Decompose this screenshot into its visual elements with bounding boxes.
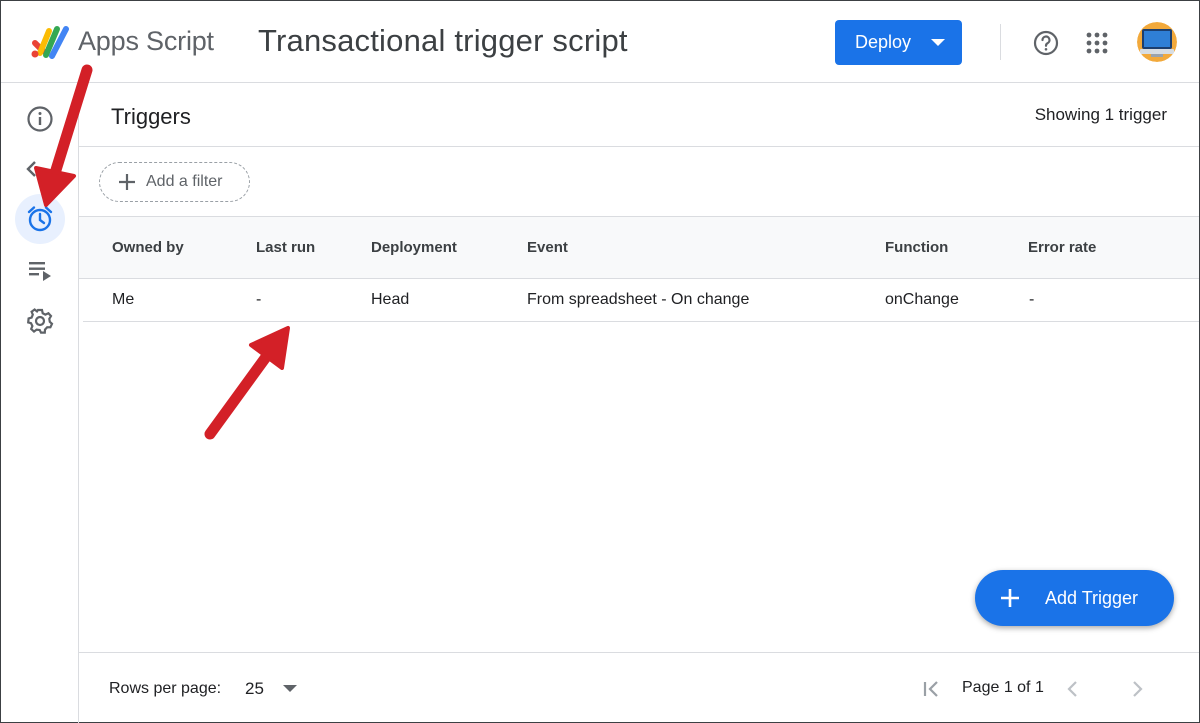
gear-icon [27,308,54,334]
sidebar-item-overview[interactable] [15,94,65,144]
rows-per-page-label: Rows per page: [109,680,222,697]
page-title: Triggers [111,104,191,129]
table-row[interactable]: Me - Head From spreadsheet - On change o… [83,279,1199,322]
chevron-left-icon [26,161,36,177]
app-window: Apps Script Transactional trigger script… [0,0,1200,723]
plus-icon [1001,589,1019,607]
trigger-count: Showing 1 trigger [1034,105,1167,124]
project-title[interactable]: Transactional trigger script [258,23,628,59]
add-trigger-label: Add Trigger [1045,587,1139,608]
rows-per-page-select[interactable]: 25 [245,679,264,699]
cell-event: From spreadsheet - On change [527,291,750,308]
column-header-error-rate[interactable]: Error rate [1028,239,1096,256]
deploy-button[interactable]: Deploy [835,20,962,65]
divider [79,146,1199,147]
column-header-deployment[interactable]: Deployment [371,239,457,256]
dropdown-caret-icon [931,39,945,46]
apps-script-logo-icon [31,26,69,59]
first-page-icon[interactable] [921,678,943,700]
sidebar [1,83,79,723]
top-bar: Apps Script Transactional trigger script… [1,1,1199,83]
plus-icon [119,174,135,190]
column-header-event[interactable]: Event [527,239,568,256]
column-header-last-run[interactable]: Last run [256,239,315,256]
header-divider [1000,24,1001,60]
help-icon[interactable] [1033,30,1059,56]
sidebar-item-triggers[interactable] [15,194,65,244]
dropdown-caret-icon[interactable] [283,685,297,692]
chevron-left-icon[interactable] [1063,678,1083,700]
deploy-label: Deploy [855,32,912,52]
cell-function: onChange [885,291,959,308]
chevron-right-icon[interactable] [1127,678,1147,700]
avatar[interactable] [1137,22,1177,62]
column-header-owned-by[interactable]: Owned by [112,239,184,256]
cell-last-run: - [256,291,262,308]
add-filter-label: Add a filter [146,173,223,190]
cell-owned-by: Me [112,291,135,308]
divider [79,652,1199,653]
cell-deployment: Head [371,291,410,308]
triggers-panel: Triggers Showing 1 trigger Add a filter … [79,83,1199,723]
info-icon [27,106,53,132]
alarm-clock-icon [27,206,53,232]
page-indicator: Page 1 of 1 [962,679,1044,696]
executions-icon [29,262,51,281]
sidebar-collapse-button[interactable] [7,144,57,194]
cell-error-rate: - [1029,291,1035,308]
google-apps-icon[interactable] [1085,31,1109,55]
sidebar-item-settings[interactable] [15,296,65,346]
table-header: Owned by Last run Deployment Event Funct… [79,216,1199,279]
column-header-function[interactable]: Function [885,239,948,256]
add-trigger-button[interactable]: Add Trigger [975,570,1174,626]
add-filter-button[interactable]: Add a filter [99,162,250,202]
sidebar-item-executions[interactable] [15,245,65,295]
app-name: Apps Script [78,26,214,56]
